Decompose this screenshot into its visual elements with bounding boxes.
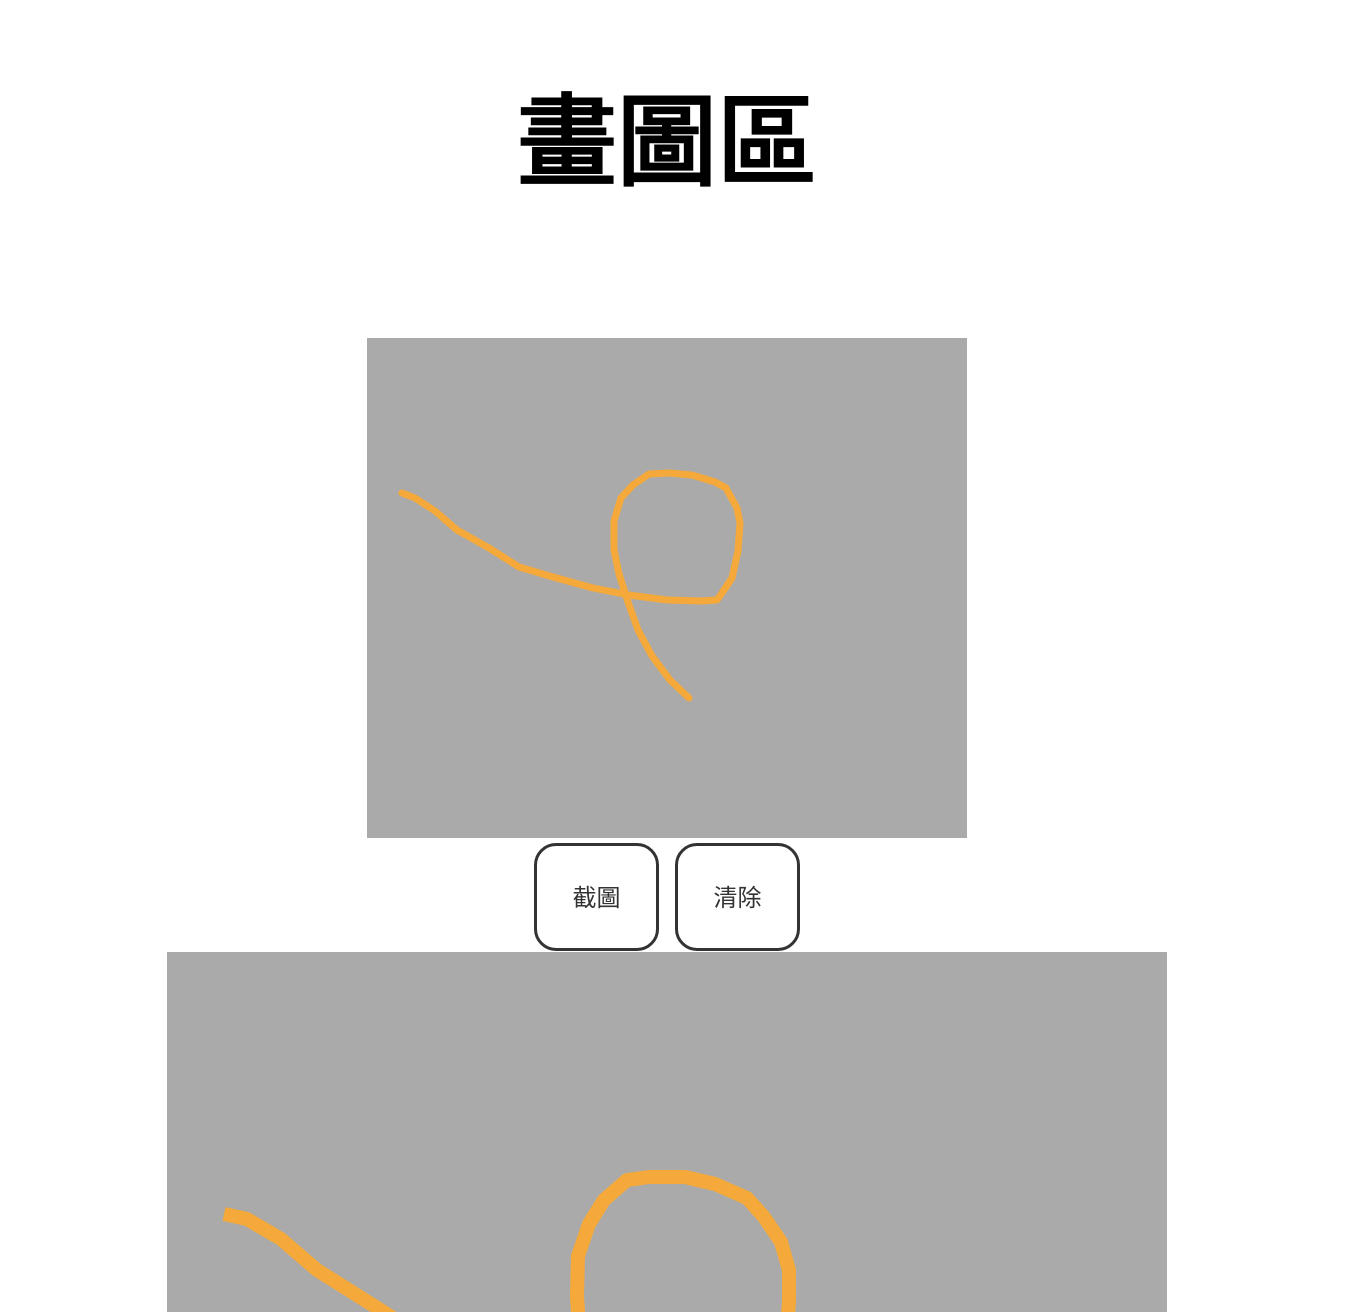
button-row: 截圖 清除 bbox=[534, 843, 800, 951]
clear-button[interactable]: 清除 bbox=[675, 843, 800, 951]
screenshot-preview bbox=[167, 952, 1167, 1312]
drawing-canvas[interactable] bbox=[367, 338, 967, 838]
capture-button[interactable]: 截圖 bbox=[534, 843, 659, 951]
canvas-background bbox=[367, 338, 967, 838]
page-title: 畫圖區 bbox=[517, 84, 817, 201]
preview-background bbox=[167, 952, 1167, 1312]
page: 畫圖區 截圖 清除 bbox=[0, 0, 1362, 1312]
